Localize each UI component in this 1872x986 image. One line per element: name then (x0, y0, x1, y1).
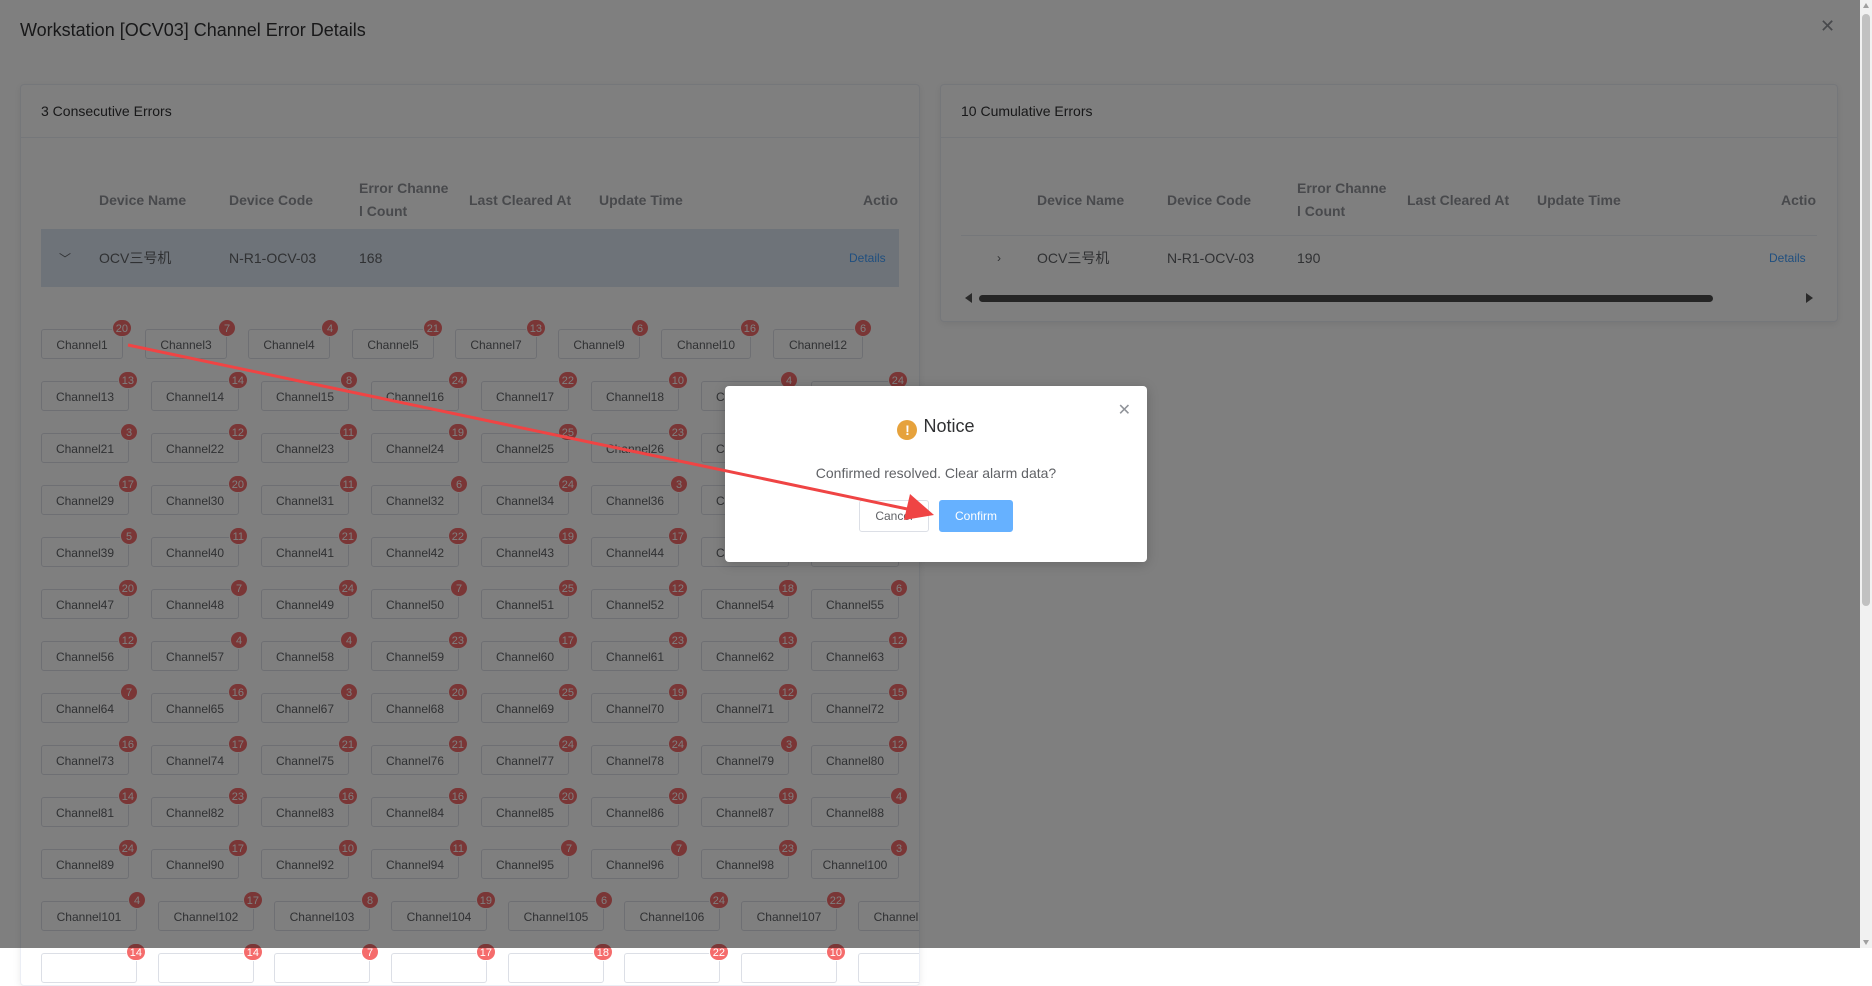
channel-button[interactable]: 7 (274, 943, 379, 983)
channel-button[interactable] (858, 953, 919, 983)
message-box-title: ! Notice (725, 416, 1147, 440)
confirm-button[interactable]: Confirm (939, 500, 1013, 532)
scroll-up-arrow[interactable] (1863, 3, 1869, 8)
message-text: Confirmed resolved. Clear alarm data? (815, 465, 1057, 481)
scroll-down-arrow[interactable] (1863, 940, 1869, 945)
warning-icon: ! (897, 420, 918, 440)
channel-button[interactable]: 14 (41, 943, 146, 983)
cancel-button[interactable]: Cancel (859, 500, 929, 532)
channel-button[interactable]: 18 (508, 943, 613, 983)
page-scrollbar[interactable] (1860, 0, 1872, 948)
page-scroll-thumb[interactable] (1862, 14, 1870, 606)
channel-button[interactable]: 14 (158, 943, 263, 983)
channel-button[interactable]: 22 (624, 943, 729, 983)
notice-label: Notice (923, 416, 975, 436)
confirm-message-box: ✕ ! Notice Confirmed resolved. Clear alar… (725, 386, 1147, 562)
channel-button[interactable]: 10 (741, 943, 846, 983)
channel-button[interactable]: 17 (391, 943, 496, 983)
